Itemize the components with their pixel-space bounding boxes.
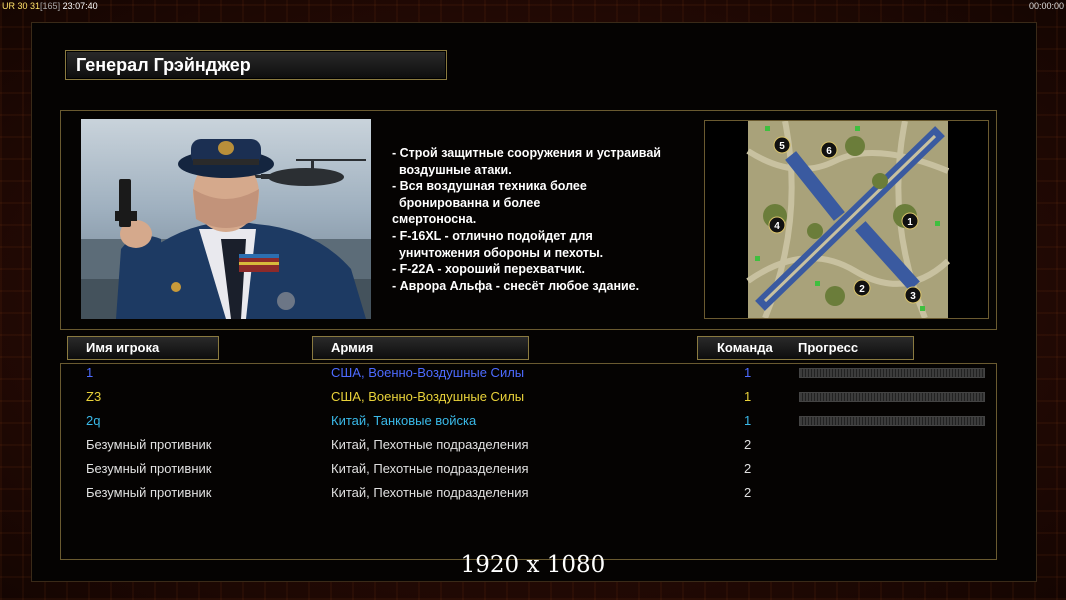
player-team: 1 [744,365,752,380]
header-army: Армия [312,336,529,360]
player-army: Китай, Пехотные подразделения [331,461,529,476]
player-name: Безумный противник [86,437,212,452]
map-start-label: 6 [826,146,832,157]
description-line: - F-16XL - отлично подойдет для [392,228,593,243]
map-start-label: 5 [779,141,785,152]
game-timer: 00:00:00 [1028,1,1064,11]
table-row[interactable]: 1 США, Военно-Воздушные Силы 1 [0,361,1066,385]
player-name: 1 [86,365,94,380]
table-row[interactable]: Z3 США, Военно-Воздушные Силы 1 [0,385,1066,409]
description-line: - F-22A - хороший перехватчик. [392,262,585,277]
debug-topbar: UR 30 31[165] 23:07:40 00:00:00 [0,0,1066,12]
player-team: 2 [744,461,752,476]
loading-progress-bar [799,368,985,378]
clock: 23:07:40 [62,1,98,11]
description-line: смертоносна. [392,212,477,227]
player-team: 1 [744,413,752,428]
table-row[interactable]: Безумный противник Китай, Пехотные подраз… [0,433,1066,457]
loading-progress-bar [799,416,985,426]
general-portrait [81,119,371,319]
player-team: 2 [744,485,752,500]
player-team: 1 [744,389,752,404]
general-portrait-image [81,139,371,319]
player-army: Китай, Танковые войска [331,413,477,428]
player-army: США, Военно-Воздушные Силы [331,365,525,380]
description-line: - Строй защитные сооружения и устраивай [392,146,661,160]
table-row[interactable]: Безумный противник Китай, Пехотные подраз… [0,481,1066,505]
ur-label: UR [2,1,15,11]
header-progress: Прогресс [798,340,859,355]
general-description: - Строй защитные сооружения и устраивай … [392,145,702,294]
player-name: Безумный противник [86,485,212,500]
player-army: Китай, Пехотные подразделения [331,437,529,452]
header-player-name: Имя игрока [67,336,219,360]
table-row[interactable]: 2q Китай, Танковые войска 1 [0,409,1066,433]
description-line: уничтожения обороны и пехоты. [392,245,604,260]
description-line: - Аврора Альфа - снесёт любое здание. [392,278,640,293]
minimap-preview: 5 6 1 4 2 3 [704,120,989,320]
description-line: - Вся воздушная техника более [392,179,587,194]
map-start-label: 2 [859,284,865,295]
ur-values: 30 31 [17,1,41,11]
map-start-label: 3 [910,291,916,302]
description-line: воздушные атаки. [392,162,512,177]
player-army: США, Военно-Воздушные Силы [331,389,525,404]
player-army: Китай, Пехотные подразделения [331,485,529,500]
table-row[interactable]: Безумный противник Китай, Пехотные подраз… [0,457,1066,481]
fps-readout: UR 30 31[165] 23:07:40 [2,0,98,12]
loading-progress-bar [799,392,985,402]
frame-count: [165] [40,1,61,11]
player-name: 2q [86,413,101,428]
map-start-label: 4 [774,221,780,232]
general-title: Генерал Грэйнджер [65,50,447,80]
header-team: Команда [717,340,773,355]
description-line: бронированна и более [392,195,541,210]
resolution-watermark: 1920 x 1080 [460,552,606,578]
header-team-progress: Команда Прогресс [697,336,914,360]
minimap-image: 5 6 1 4 2 3 [746,120,951,320]
player-name: Z3 [86,389,102,404]
player-name: Безумный противник [86,461,212,476]
player-team: 2 [744,437,752,452]
map-start-label: 1 [907,217,913,228]
